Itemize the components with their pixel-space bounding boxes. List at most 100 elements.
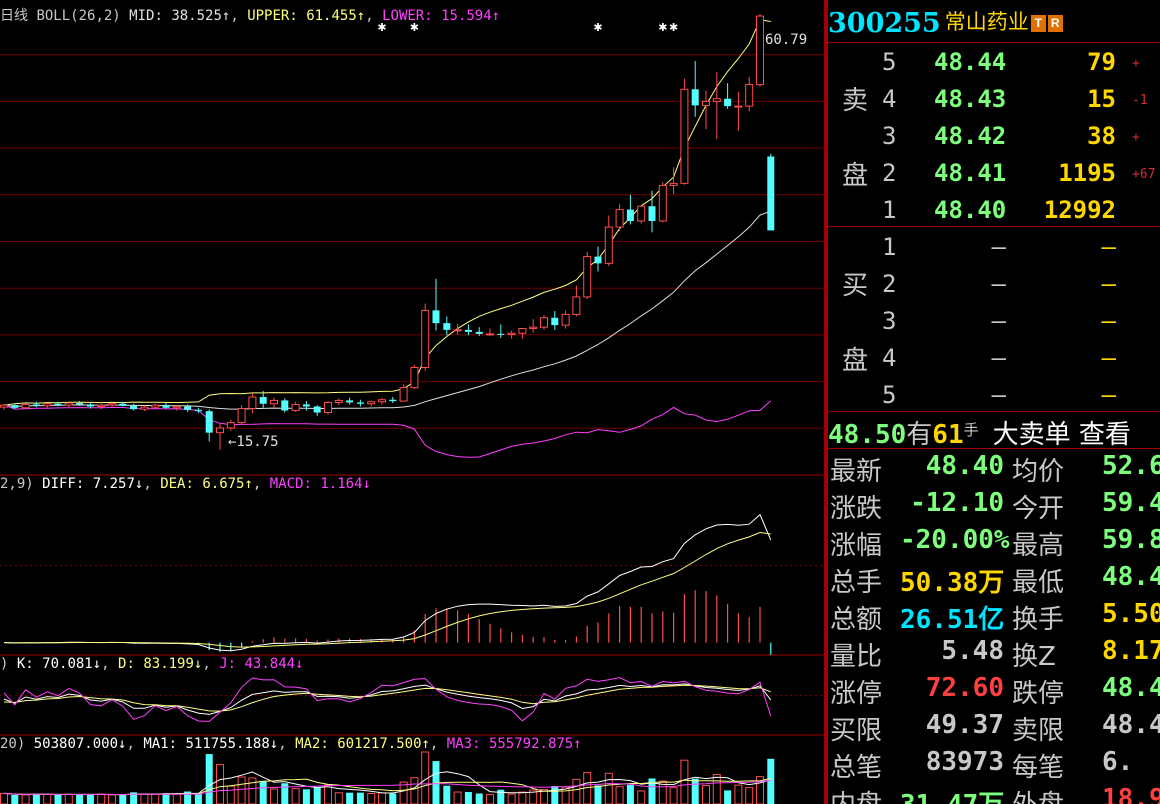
boll-lower: LOWER: 15.594↑ bbox=[382, 8, 501, 24]
candle-body-down bbox=[648, 206, 656, 222]
sell-level-row[interactable]: 4 48.43 15 -1 bbox=[828, 81, 1160, 118]
candle-body-down bbox=[184, 406, 192, 410]
stat-label-2: 外盘 bbox=[1012, 784, 1064, 804]
tag-t-badge[interactable]: T bbox=[1030, 15, 1046, 32]
kdj-k: K: 70.081↓ bbox=[16, 656, 102, 672]
candle-body-up bbox=[0, 404, 8, 408]
sell-level-row[interactable]: 2 48.41 1195 +67 bbox=[828, 155, 1160, 192]
candle-body-up bbox=[324, 401, 332, 414]
candle-body-up bbox=[540, 317, 548, 328]
stat-label: 总手 bbox=[830, 568, 883, 598]
volume-bar-down bbox=[259, 780, 267, 804]
tick-unit: 手 bbox=[963, 421, 979, 439]
stock-name[interactable]: 常山药业 bbox=[945, 10, 1029, 34]
candle-body-down bbox=[464, 329, 472, 332]
stock-code[interactable]: 300255 bbox=[828, 8, 941, 39]
volume-bar-down bbox=[119, 794, 127, 804]
volume-bar-up bbox=[324, 784, 332, 804]
buy-level-price: — bbox=[991, 307, 1006, 335]
high-price-label: 60.79 bbox=[765, 32, 808, 48]
quote-stat-row: 总额 26.51亿 换手 5.50 bbox=[828, 597, 1160, 635]
boll-mid: MID: 38.525↑ bbox=[129, 8, 231, 24]
vol-ma1: MA1: 511755.188↓ bbox=[143, 736, 279, 752]
candle-body-down bbox=[32, 404, 40, 406]
quote-stat-row: 买限 49.37 卖限 48.4 bbox=[828, 708, 1160, 746]
buy-level-row[interactable]: 5 — — bbox=[828, 377, 1160, 414]
candle-body-down bbox=[594, 256, 602, 264]
big-sell-order-link[interactable]: 大卖单 查看 bbox=[993, 420, 1131, 450]
sell-level-row[interactable]: 5 48.44 79 + bbox=[828, 44, 1160, 81]
candle-body-up bbox=[745, 84, 754, 107]
candle-body-up bbox=[507, 332, 516, 336]
candle-body-down bbox=[724, 98, 732, 107]
candle-body-down bbox=[356, 402, 364, 404]
candle-body-down bbox=[281, 400, 289, 411]
volume-bar-down bbox=[76, 794, 84, 804]
buy-level-row[interactable]: 3 — — bbox=[828, 303, 1160, 340]
kdj-j: J: 43.844↓ bbox=[219, 656, 304, 672]
vol-value: 503807.000↓ bbox=[33, 736, 127, 752]
stat-value-2: 18.91 bbox=[1102, 784, 1160, 804]
sell-level-row[interactable]: 1 48.40 12992 bbox=[828, 192, 1160, 229]
volume-bar-down bbox=[551, 786, 559, 804]
volume-bar-down bbox=[32, 794, 40, 804]
volume-bar-down bbox=[443, 785, 451, 804]
chart-svg[interactable]: ✱ ✱ ✱ ✱ ✱ bbox=[0, 0, 826, 804]
quote-stat-row: 量比 5.48 换Z 8.17 bbox=[828, 634, 1160, 672]
candle-body-down bbox=[313, 406, 321, 413]
candle-body-up bbox=[734, 105, 743, 108]
buy-level-row[interactable]: 4 — — bbox=[828, 340, 1160, 377]
candle-body-down bbox=[86, 404, 94, 407]
buy-level-price: — bbox=[991, 233, 1006, 261]
candle-body-up bbox=[756, 15, 764, 86]
sell-level-price: 48.41 bbox=[934, 159, 1007, 187]
sell-level-number: 3 bbox=[882, 122, 897, 150]
volume-bar-down bbox=[346, 792, 354, 804]
volume-bar-up bbox=[680, 759, 689, 804]
volume-bar-up bbox=[172, 793, 181, 804]
volume-bar-up bbox=[604, 772, 613, 804]
candle-body-up bbox=[518, 328, 527, 334]
buy-level-volume: — bbox=[1101, 233, 1116, 261]
quote-stat-row: 涨幅 -20.00% 最高 59.8 bbox=[828, 523, 1160, 561]
kdj-d: D: 83.199↓ bbox=[118, 656, 203, 672]
kline-chart-area[interactable]: ✱ ✱ ✱ ✱ ✱ 日线 BOLL(26,2) MID: 38.525↑, UPPER:… bbox=[0, 0, 826, 804]
buy-level-row[interactable]: 1 — — bbox=[828, 229, 1160, 266]
candle-body-up bbox=[270, 399, 278, 405]
stat-label-2: 卖限 bbox=[1012, 716, 1065, 746]
boll-legend: 日线 BOLL(26,2) MID: 38.525↑, UPPER: 61.45… bbox=[0, 8, 501, 24]
candle-body-up bbox=[43, 403, 52, 407]
stat-value-2: 59.8 bbox=[1102, 525, 1160, 555]
tag-r-badge[interactable]: R bbox=[1047, 15, 1063, 32]
candle-body-up bbox=[248, 396, 257, 409]
candle-body-down bbox=[302, 404, 310, 407]
candle-body-up bbox=[64, 402, 73, 406]
volume-bar-up bbox=[518, 791, 527, 804]
stat-label-2: 跌停 bbox=[1012, 679, 1065, 709]
candle-body-up bbox=[453, 329, 462, 332]
sell-level-volume: 15 bbox=[1087, 85, 1116, 113]
boll-mid-line bbox=[3, 210, 771, 410]
volume-bar-down bbox=[11, 794, 19, 804]
volume-bar-down bbox=[86, 794, 94, 804]
stat-value-2: 59.4 bbox=[1102, 488, 1160, 518]
sell-level-row[interactable]: 3 48.42 38 + bbox=[828, 118, 1160, 155]
candle-body-down bbox=[346, 400, 354, 403]
big-order-line[interactable]: 48.50有61手 大卖单 查看 bbox=[828, 414, 1160, 450]
candle-body-down bbox=[54, 403, 62, 406]
low-price-label: ←15.75 bbox=[228, 434, 279, 450]
candle-body-up bbox=[604, 226, 613, 264]
stat-value: -20.00% bbox=[900, 525, 1010, 555]
macd-diff: DIFF: 7.257↓ bbox=[42, 476, 144, 492]
sell-level-change: -1 bbox=[1132, 93, 1148, 108]
volume-bar-up bbox=[226, 785, 235, 804]
buy-level-row[interactable]: 2 — — bbox=[828, 266, 1160, 303]
sell-level-change: + bbox=[1132, 56, 1140, 71]
candle-body-up bbox=[615, 209, 624, 228]
stat-value-2: 8.17 bbox=[1102, 636, 1160, 666]
vol-prefix: 20) bbox=[0, 736, 26, 752]
volume-bar-up bbox=[140, 793, 149, 804]
buy-level-volume: — bbox=[1101, 344, 1116, 372]
stat-value: 31.47万 bbox=[900, 784, 1004, 804]
sell-level-number: 4 bbox=[882, 85, 897, 113]
